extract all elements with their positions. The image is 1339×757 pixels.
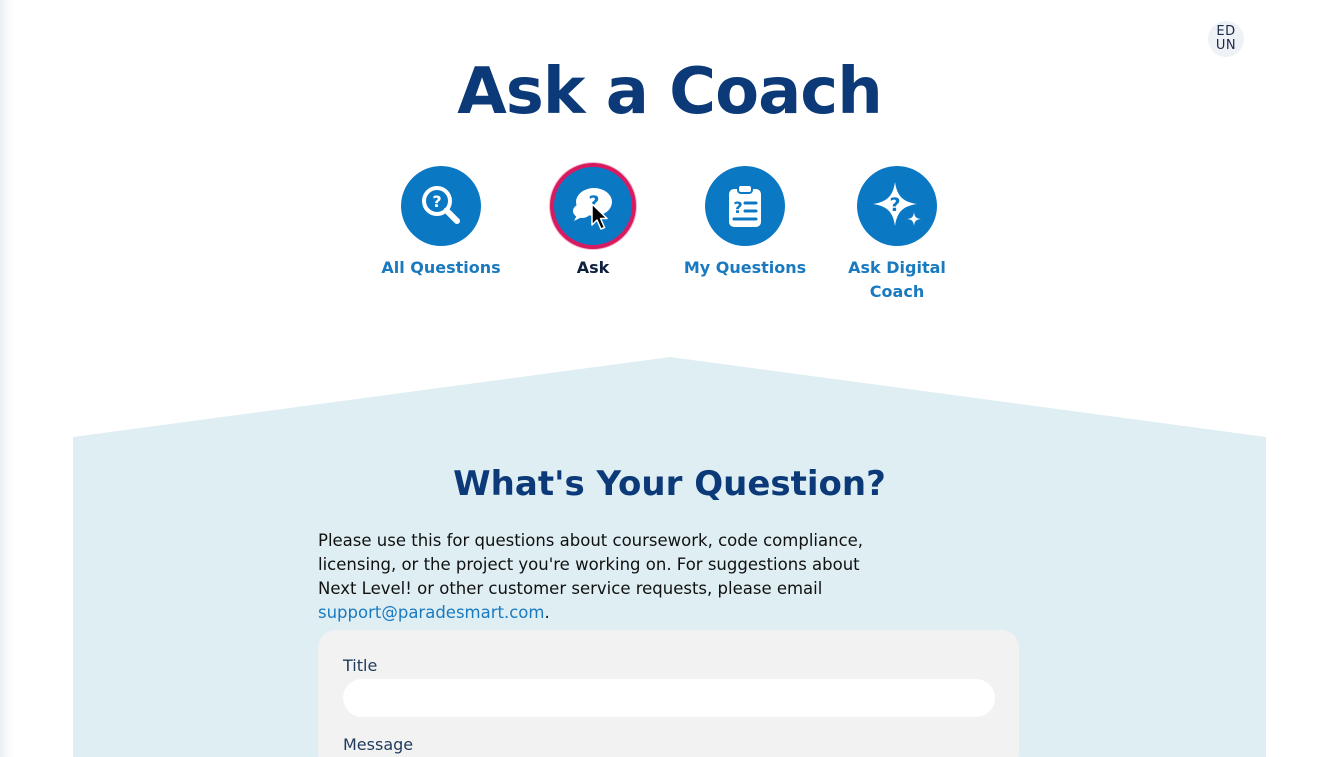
nav-item-ask-digital-coach[interactable]: ? Ask Digital Coach	[832, 166, 962, 304]
intro-body: Please use this for questions about cour…	[318, 531, 864, 598]
nav-label-my-questions: My Questions	[683, 258, 807, 277]
intro-end: .	[544, 603, 550, 622]
svg-text:?: ?	[889, 194, 900, 216]
avatar-initials-line1: ED	[1216, 24, 1236, 39]
nav-label-all-questions: All Questions	[381, 258, 501, 277]
sparkle-question-icon: ?	[873, 182, 921, 226]
nav-label-ask: Ask	[576, 258, 610, 277]
message-label: Message	[343, 735, 414, 754]
page-title: Ask a Coach	[457, 55, 883, 129]
nav-item-all-questions[interactable]: ? All Questions	[376, 166, 506, 280]
svg-text:?: ?	[733, 198, 742, 217]
avatar-initials-line2: UN	[1215, 38, 1237, 53]
intro-text: Please use this for questions about cour…	[318, 529, 878, 625]
question-form: Title Message	[318, 630, 1019, 757]
page: ED UN Ask a Coach ? All Questions ? Ask …	[0, 0, 1339, 757]
clipboard-question-icon: ?	[729, 184, 761, 227]
nav-item-my-questions[interactable]: ? My Questions	[680, 166, 810, 280]
search-question-icon: ?	[422, 186, 460, 224]
mouse-cursor-icon	[591, 203, 608, 230]
coach-nav: ? All Questions ? Ask ? My Questions ? A…	[0, 163, 1339, 306]
title-input[interactable]	[343, 679, 995, 717]
svg-text:?: ?	[432, 192, 441, 211]
nav-circle-all-questions[interactable]: ?	[401, 166, 481, 246]
nav-circle-my-questions[interactable]: ?	[705, 166, 785, 246]
section-title: What's Your Question?	[453, 464, 886, 504]
nav-circle-ask-digital-coach[interactable]: ?	[857, 166, 937, 246]
title-label: Title	[343, 656, 378, 675]
nav-label-ask-digital-coach: Ask Digital Coach	[848, 258, 946, 301]
support-email-link[interactable]: support@paradesmart.com	[318, 603, 544, 622]
